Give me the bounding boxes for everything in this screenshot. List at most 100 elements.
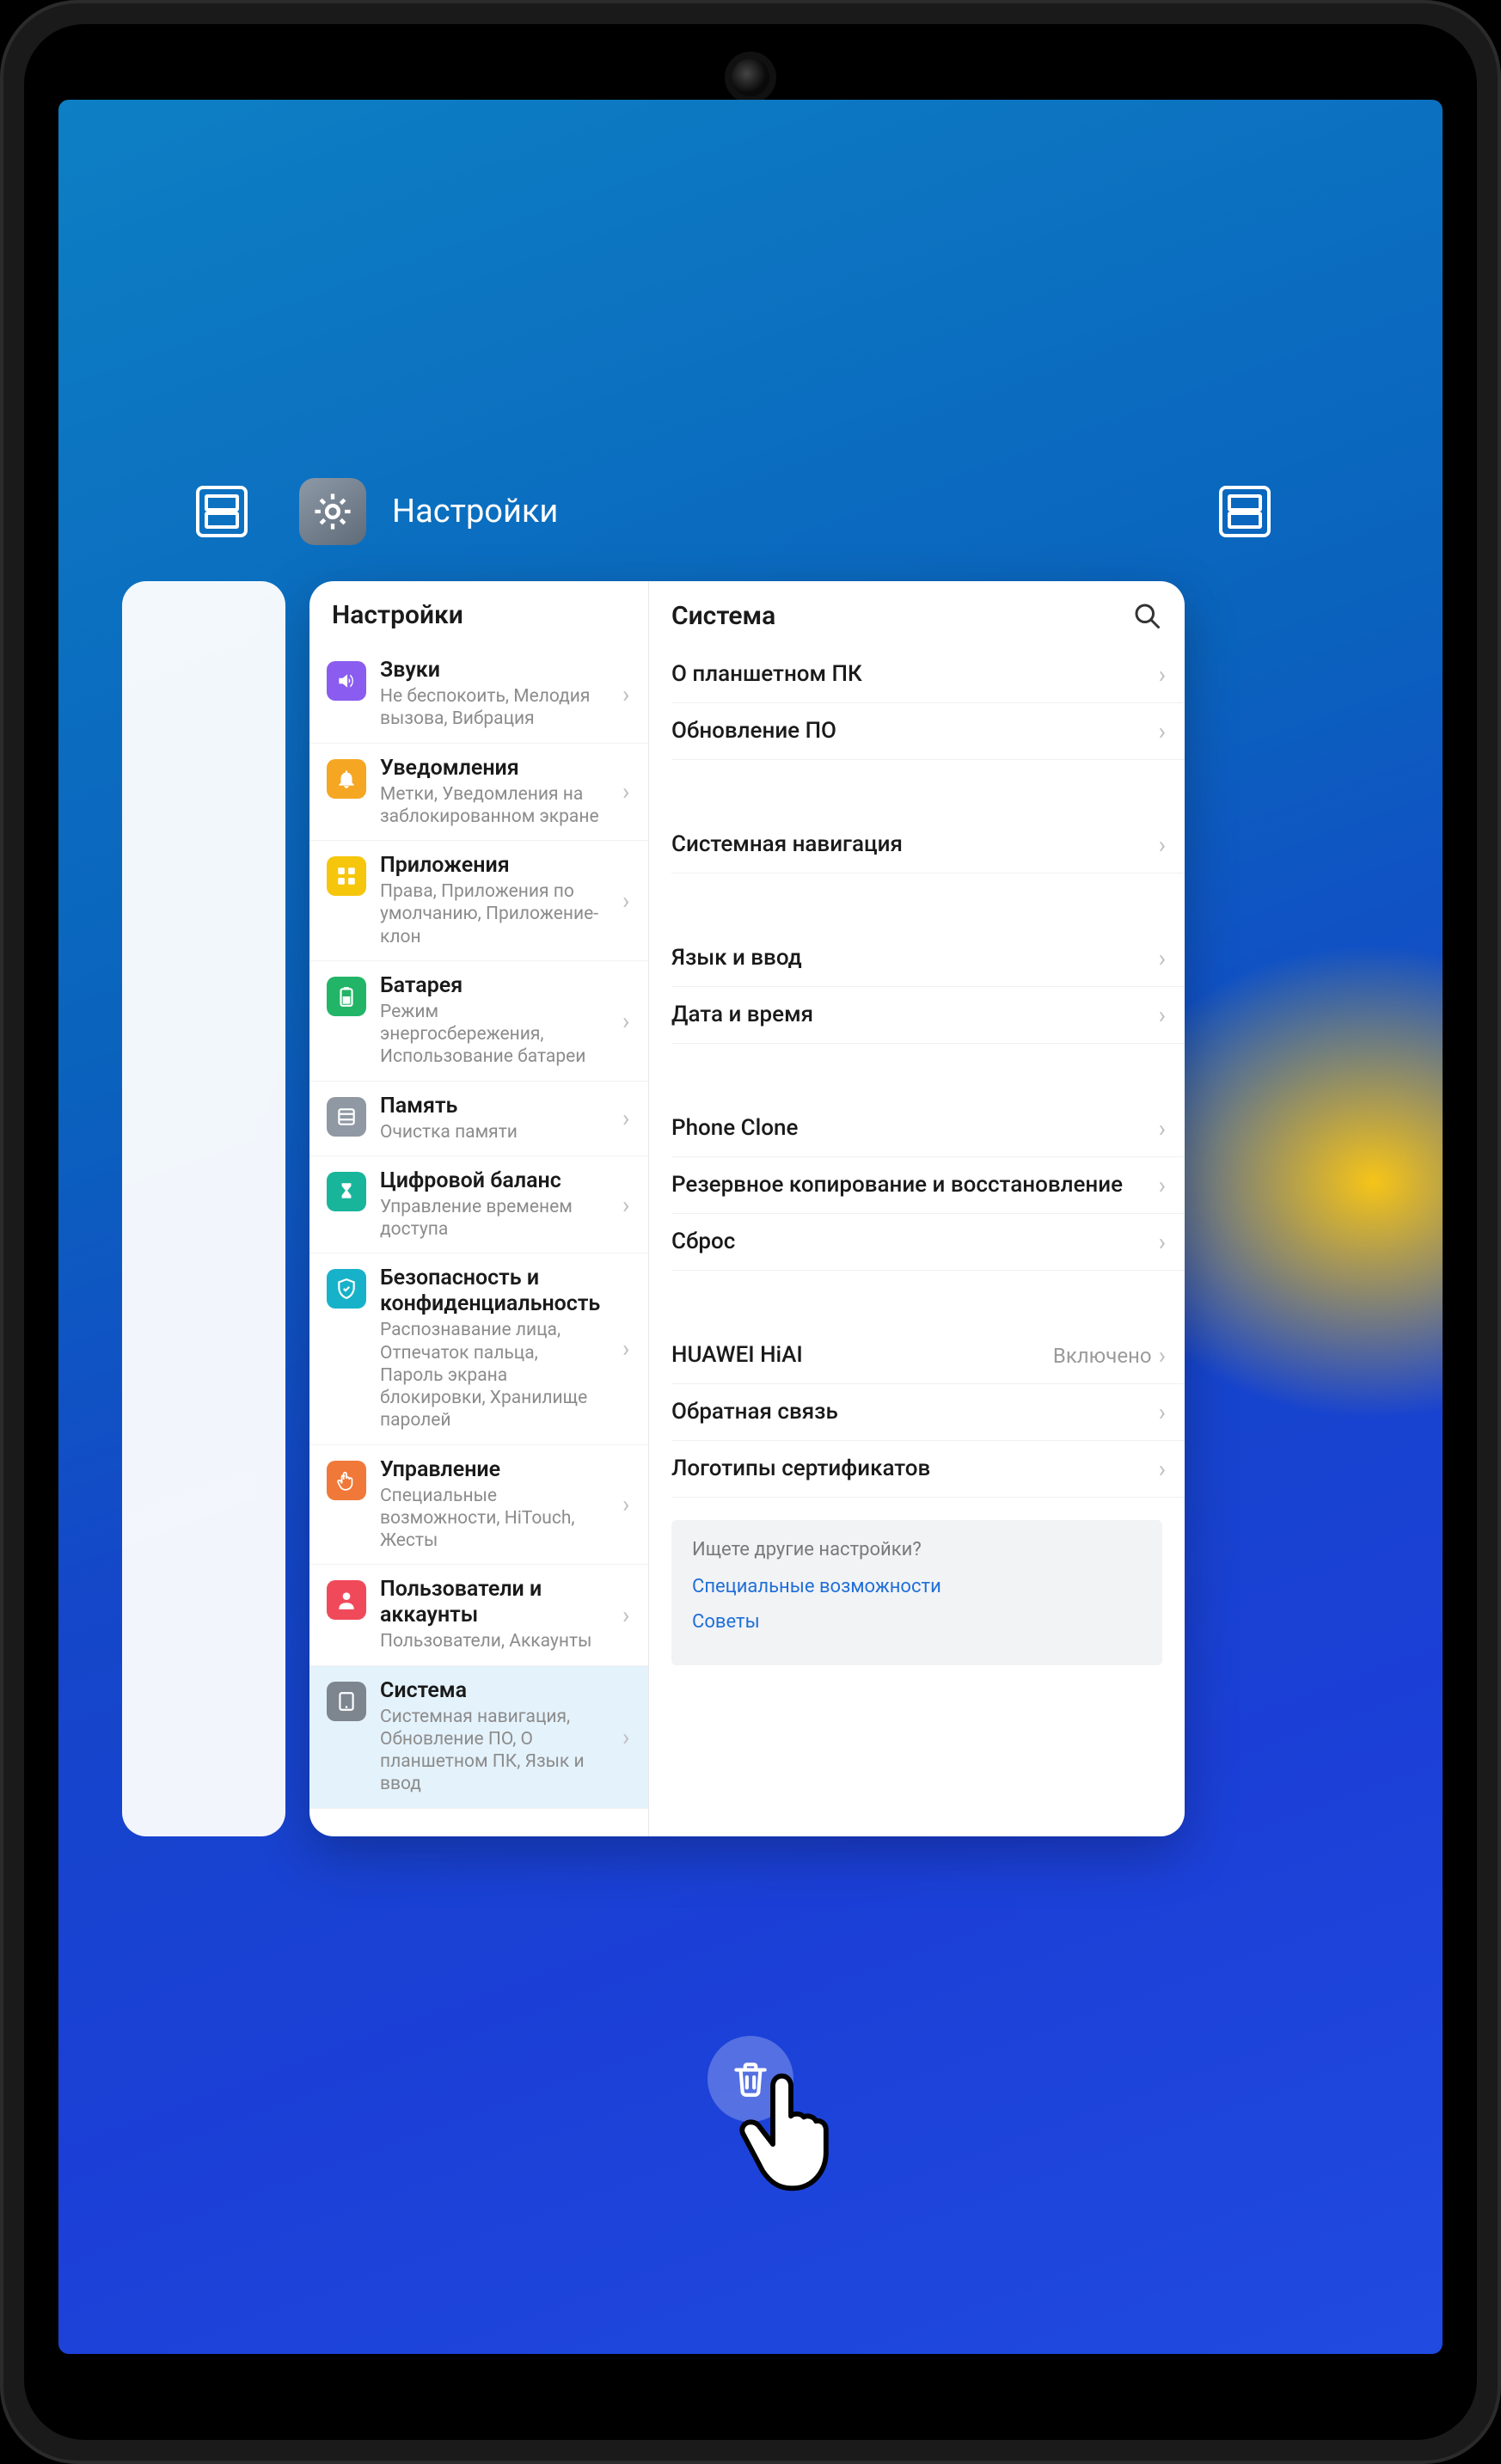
settings-item-system[interactable]: СистемаСистемная навигация, Обновление П… (309, 1666, 648, 1809)
group-separator (671, 873, 1185, 930)
hint-link-accessibility[interactable]: Специальные возможности (692, 1576, 1142, 1597)
user-icon (327, 1580, 366, 1620)
recents-header: Настройки (58, 478, 1443, 545)
settings-master-pane: Настройки ЗвукиНе беспокоить, Мелодия вы… (309, 581, 649, 1836)
chevron-right-icon: › (622, 1723, 640, 1751)
settings-title: Настройки (309, 581, 648, 646)
hint-box: Ищете другие настройки? Специальные возм… (671, 1520, 1162, 1665)
detail-item[interactable]: Дата и время› (671, 987, 1185, 1044)
detail-item[interactable]: Логотипы сертификатов› (671, 1441, 1185, 1498)
detail-item-label: Системная навигация (671, 831, 1159, 859)
settings-item-label: Приложения (380, 853, 605, 879)
detail-item-label: Phone Clone (671, 1114, 1159, 1143)
hint-link-tips[interactable]: Советы (692, 1611, 1142, 1633)
group-separator (671, 1271, 1185, 1327)
bell-icon (327, 759, 366, 799)
chevron-right-icon: › (622, 886, 640, 915)
settings-item-sub: Распознавание лица, Отпечаток пальца, Па… (380, 1319, 605, 1431)
chevron-right-icon: › (1159, 1228, 1166, 1256)
settings-item-label: Звуки (380, 658, 605, 683)
front-camera (732, 58, 769, 96)
settings-item-sub: Режим энергосбережения, Использование ба… (380, 1001, 605, 1069)
settings-item-label: Безопасность и конфиденциальность (380, 1266, 605, 1317)
sound-icon (327, 661, 366, 701)
apps-icon (327, 856, 366, 896)
chevron-right-icon: › (622, 1104, 640, 1132)
detail-item[interactable]: Системная навигация› (671, 817, 1185, 873)
settings-item-battery[interactable]: БатареяРежим энергосбережения, Использов… (309, 961, 648, 1082)
detail-item[interactable]: Обновление ПО› (671, 703, 1185, 760)
chevron-right-icon: › (1159, 1114, 1166, 1143)
detail-item-label: О планшетном ПК (671, 660, 1159, 689)
bezel: Настройки Настройки ЗвукиНе беспокоить, … (24, 24, 1477, 2440)
chevron-right-icon: › (622, 1490, 640, 1518)
chevron-right-icon: › (1159, 1171, 1166, 1199)
settings-item-hourglass[interactable]: Цифровой балансУправление временем досту… (309, 1156, 648, 1254)
settings-item-hand[interactable]: УправлениеСпециальные возможности, HiTou… (309, 1445, 648, 1566)
detail-item[interactable]: Резервное копирование и восстановление› (671, 1157, 1185, 1214)
settings-item-label: Система (380, 1678, 605, 1704)
battery-icon (327, 977, 366, 1016)
clear-all-wrap (708, 2036, 793, 2122)
detail-item[interactable]: HUAWEI HiAIВключено› (671, 1327, 1185, 1384)
detail-item-label: Язык и ввод (671, 944, 1159, 972)
chevron-right-icon: › (622, 777, 640, 806)
settings-item-shield[interactable]: Безопасность и конфиденциальностьРаспозн… (309, 1253, 648, 1444)
chevron-right-icon: › (1159, 1341, 1166, 1370)
settings-list[interactable]: ЗвукиНе беспокоить, Мелодия вызова, Вибр… (309, 646, 648, 1836)
split-screen-button-left[interactable] (196, 486, 248, 537)
chevron-right-icon: › (1159, 1398, 1166, 1426)
detail-item[interactable]: Обратная связь› (671, 1384, 1185, 1441)
detail-item-label: Сброс (671, 1228, 1159, 1256)
hint-question: Ищете другие настройки? (692, 1539, 1142, 1560)
settings-item-storage[interactable]: ПамятьОчистка памяти› (309, 1082, 648, 1156)
settings-item-label: Уведомления (380, 756, 605, 781)
detail-item-label: HUAWEI HiAI (671, 1341, 1053, 1370)
detail-list[interactable]: О планшетном ПК›Обновление ПО›Системная … (649, 647, 1185, 1498)
detail-item-label: Логотипы сертификатов (671, 1455, 1159, 1483)
group-separator (671, 1044, 1185, 1100)
detail-item[interactable]: Phone Clone› (671, 1100, 1185, 1157)
chevron-right-icon: › (1159, 660, 1166, 689)
detail-item[interactable]: Сброс› (671, 1214, 1185, 1271)
settings-item-sub: Права, Приложения по умолчанию, Приложен… (380, 880, 605, 948)
settings-item-label: Батарея (380, 973, 605, 999)
touch-hand-icon (733, 2072, 836, 2192)
hourglass-icon (327, 1172, 366, 1211)
split-screen-button-right[interactable] (1219, 486, 1271, 537)
chevron-right-icon: › (1159, 1455, 1166, 1483)
recents-card-prev[interactable] (122, 581, 285, 1836)
settings-item-sub: Специальные возможности, HiTouch, Жесты (380, 1485, 605, 1553)
screen: Настройки Настройки ЗвукиНе беспокоить, … (58, 100, 1443, 2354)
shield-icon (327, 1269, 366, 1309)
detail-item[interactable]: О планшетном ПК› (671, 647, 1185, 703)
search-icon[interactable] (1131, 600, 1162, 631)
detail-item[interactable]: Язык и ввод› (671, 930, 1185, 987)
recents-card-settings[interactable]: Настройки ЗвукиНе беспокоить, Мелодия вы… (309, 581, 1185, 1836)
detail-item-label: Дата и время (671, 1001, 1159, 1029)
chevron-right-icon: › (622, 1601, 640, 1629)
detail-item-label: Обратная связь (671, 1398, 1159, 1426)
chevron-right-icon: › (1159, 944, 1166, 972)
settings-item-sub: Не беспокоить, Мелодия вызова, Вибрация (380, 685, 605, 731)
settings-item-apps[interactable]: ПриложенияПрава, Приложения по умолчанию… (309, 841, 648, 961)
app-icon-settings[interactable] (299, 478, 366, 545)
settings-detail-pane: Система О планшетном ПК›Обновление ПО›Си… (649, 581, 1185, 1836)
group-separator (671, 760, 1185, 817)
settings-item-label: Пользователи и аккаунты (380, 1577, 605, 1628)
settings-item-user[interactable]: Пользователи и аккаунтыПользователи, Акк… (309, 1565, 648, 1665)
settings-item-sub: Управление временем доступа (380, 1196, 605, 1241)
settings-item-sub: Системная навигация, Обновление ПО, О пл… (380, 1706, 605, 1796)
detail-item-label: Обновление ПО (671, 717, 1159, 745)
settings-item-label: Память (380, 1094, 605, 1119)
storage-icon (327, 1097, 366, 1137)
settings-item-label: Цифровой баланс (380, 1168, 605, 1194)
settings-item-sub: Метки, Уведомления на заблокированном эк… (380, 783, 605, 829)
chevron-right-icon: › (622, 1007, 640, 1035)
settings-item-bell[interactable]: УведомленияМетки, Уведомления на заблоки… (309, 744, 648, 842)
settings-item-sound[interactable]: ЗвукиНе беспокоить, Мелодия вызова, Вибр… (309, 646, 648, 744)
device-frame: Настройки Настройки ЗвукиНе беспокоить, … (0, 0, 1501, 2464)
settings-item-sub: Пользователи, Аккаунты (380, 1630, 605, 1652)
chevron-right-icon: › (622, 680, 640, 708)
detail-item-label: Резервное копирование и восстановление (671, 1171, 1159, 1199)
